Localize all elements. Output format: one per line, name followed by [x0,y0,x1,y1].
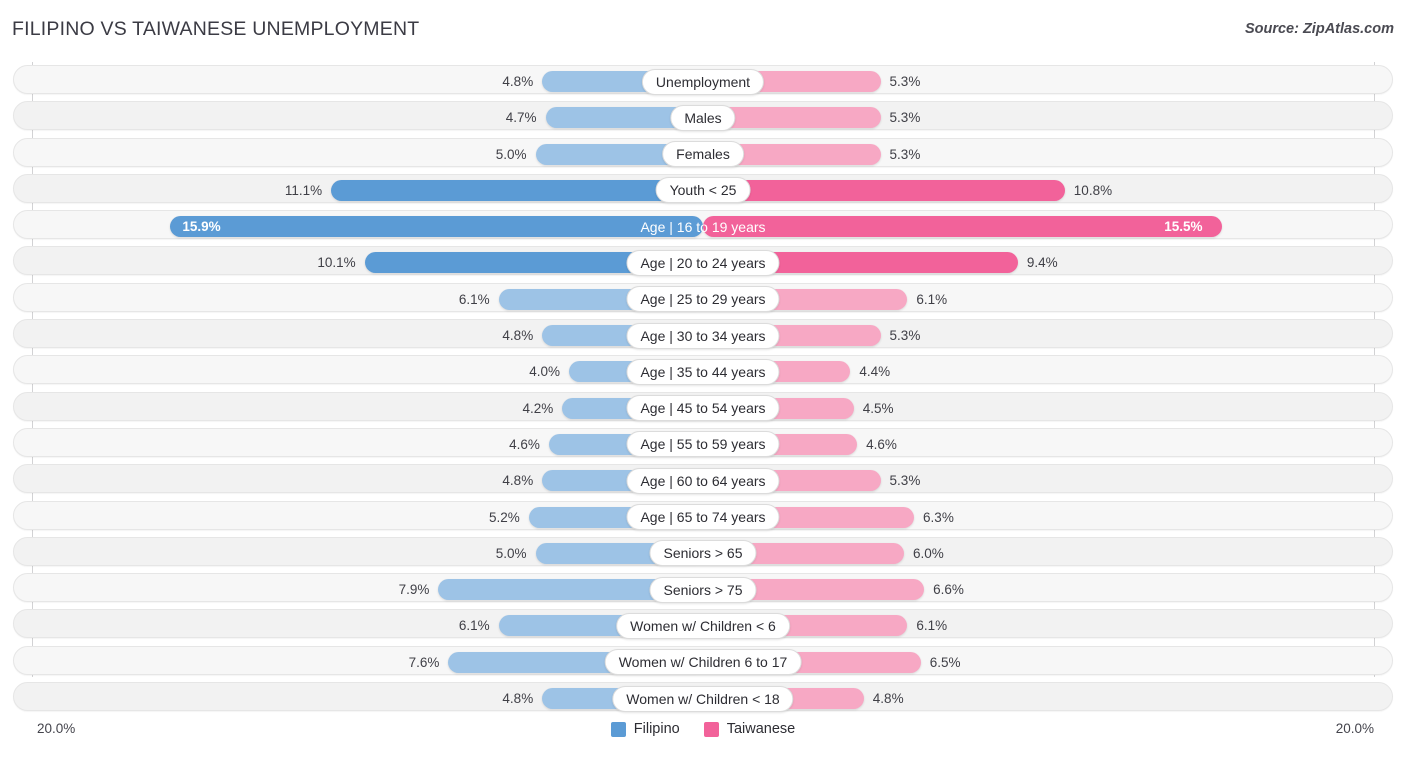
table-row: 4.6% 4.6% Age | 55 to 59 years [0,425,1406,461]
table-row: 4.8% 4.8% Women w/ Children < 18 [0,679,1406,715]
category-label[interactable]: Age | 35 to 44 years [626,358,780,385]
legend-swatch-icon-filipino [610,721,626,737]
category-label[interactable]: Age | 30 to 34 years [626,322,780,349]
table-row: 4.8% 5.3% Age | 30 to 34 years [0,316,1406,352]
source-attribution: Source: ZipAtlas.com [1244,21,1394,37]
value-label-filipino: 4.8% [502,74,534,89]
page-title: FILIPINO VS TAIWANESE UNEMPLOYMENT [12,18,420,40]
value-label-taiwanese: 6.3% [923,509,954,525]
table-row: 5.0% 6.0% Seniors > 65 [0,534,1406,570]
value-label-taiwanese: 4.6% [866,436,897,452]
value-label-filipino: 4.8% [502,328,534,344]
value-label-taiwanese: 6.5% [929,654,961,670]
bar-taiwanese [703,179,1065,201]
value-label-taiwanese: 10.8% [1073,182,1113,198]
value-label-taiwanese: 5.3% [889,146,921,162]
table-row: 4.7% 5.3% Males [0,98,1406,134]
bar-taiwanese [703,216,1223,238]
value-label-taiwanese: 5.3% [889,74,921,89]
category-label[interactable]: Age | 65 to 74 years [626,504,780,531]
chart-header: FILIPINO VS TAIWANESE UNEMPLOYMENT Sourc… [0,0,1406,62]
value-label-filipino: 5.0% [495,545,527,561]
value-label-filipino: 7.6% [408,654,440,670]
legend-label-filipino: Filipino [633,721,680,737]
table-row: 11.1% 10.8% Youth < 25 [0,171,1406,207]
value-label-filipino: 6.1% [458,291,490,307]
table-row: 7.9% 6.6% Seniors > 75 [0,570,1406,606]
value-label-taiwanese: 4.8% [872,691,904,707]
table-row: 10.1% 9.4% Age | 20 to 24 years [0,243,1406,279]
value-label-taiwanese: 6.6% [933,582,964,598]
value-label-taiwanese: 9.4% [1026,255,1058,271]
value-label-filipino: 4.6% [509,436,540,452]
bar-filipino [170,216,703,238]
value-label-taiwanese: 4.4% [859,364,891,380]
category-label[interactable]: Seniors > 65 [649,540,757,567]
chart-root: FILIPINO VS TAIWANESE UNEMPLOYMENT Sourc… [0,0,1406,757]
value-label-taiwanese: 6.1% [916,618,948,634]
legend-swatch-icon-taiwanese [703,721,719,737]
table-row: 6.1% 6.1% Women w/ Children < 6 [0,606,1406,642]
value-label-filipino: 4.8% [502,691,534,707]
value-label-taiwanese: 5.3% [889,110,921,126]
category-label[interactable]: Age | 20 to 24 years [626,249,780,276]
category-label[interactable]: Women w/ Children < 6 [616,612,790,639]
plot-area: 4.8% 5.3% Unemployment 4.7% 5.3% Males 5.0% 5.3… [0,62,1406,717]
value-label-filipino: 7.9% [398,582,430,598]
value-label-filipino: 4.8% [502,473,534,489]
value-label-taiwanese: 4.5% [862,400,894,416]
category-label[interactable]: Age | 55 to 59 years [626,431,780,458]
value-label-taiwanese: 15.5% [1164,219,1203,235]
legend-item-taiwanese[interactable]: Taiwanese [703,721,796,737]
value-label-taiwanese: 6.0% [913,545,944,561]
value-label-filipino: 6.1% [458,618,490,634]
table-row: 6.1% 6.1% Age | 25 to 29 years [0,280,1406,316]
table-row: 15.9% 15.5% Age | 16 to 19 years [0,207,1406,243]
value-label-filipino: 11.1% [284,182,323,198]
table-row: 4.0% 4.4% Age | 35 to 44 years [0,352,1406,388]
table-row: 7.6% 6.5% Women w/ Children 6 to 17 [0,643,1406,679]
value-label-taiwanese: 5.3% [889,473,921,489]
category-label[interactable]: Age | 25 to 29 years [626,286,780,313]
table-row: 4.2% 4.5% Age | 45 to 54 years [0,389,1406,425]
bar-row-list: 4.8% 5.3% Unemployment 4.7% 5.3% Males 5.0% 5.3… [0,62,1406,715]
legend: Filipino Taiwanese [0,721,1406,737]
value-label-filipino: 5.2% [489,509,520,525]
chart-footer: 20.0% 20.0% Filipino Taiwanese [0,717,1406,757]
category-label[interactable]: Unemployment [641,68,765,95]
value-label-filipino: 15.9% [182,219,221,235]
value-label-filipino: 10.1% [317,255,356,271]
value-label-filipino: 4.2% [522,400,554,416]
category-label[interactable]: Women w/ Children 6 to 17 [604,649,802,676]
value-label-filipino: 4.0% [529,364,560,380]
category-label[interactable]: Age | 60 to 64 years [626,467,780,494]
category-label[interactable]: Age | 16 to 19 years [626,214,779,240]
table-row: 4.8% 5.3% Unemployment [0,62,1406,98]
table-row: 5.0% 5.3% Females [0,135,1406,171]
table-row: 5.2% 6.3% Age | 65 to 74 years [0,498,1406,534]
value-label-filipino: 4.7% [505,110,537,126]
legend-item-filipino[interactable]: Filipino [610,721,680,737]
value-label-taiwanese: 6.1% [916,291,948,307]
category-label[interactable]: Age | 45 to 54 years [626,395,780,422]
value-label-filipino: 5.0% [495,146,527,162]
legend-label-taiwanese: Taiwanese [726,721,796,737]
bar-filipino [331,179,703,201]
category-label[interactable]: Males [670,104,736,131]
category-label[interactable]: Seniors > 75 [649,576,757,603]
value-label-taiwanese: 5.3% [889,328,921,344]
category-label[interactable]: Females [662,141,744,168]
category-label[interactable]: Women w/ Children < 18 [612,685,794,712]
category-label[interactable]: Youth < 25 [655,177,751,204]
table-row: 4.8% 5.3% Age | 60 to 64 years [0,461,1406,497]
